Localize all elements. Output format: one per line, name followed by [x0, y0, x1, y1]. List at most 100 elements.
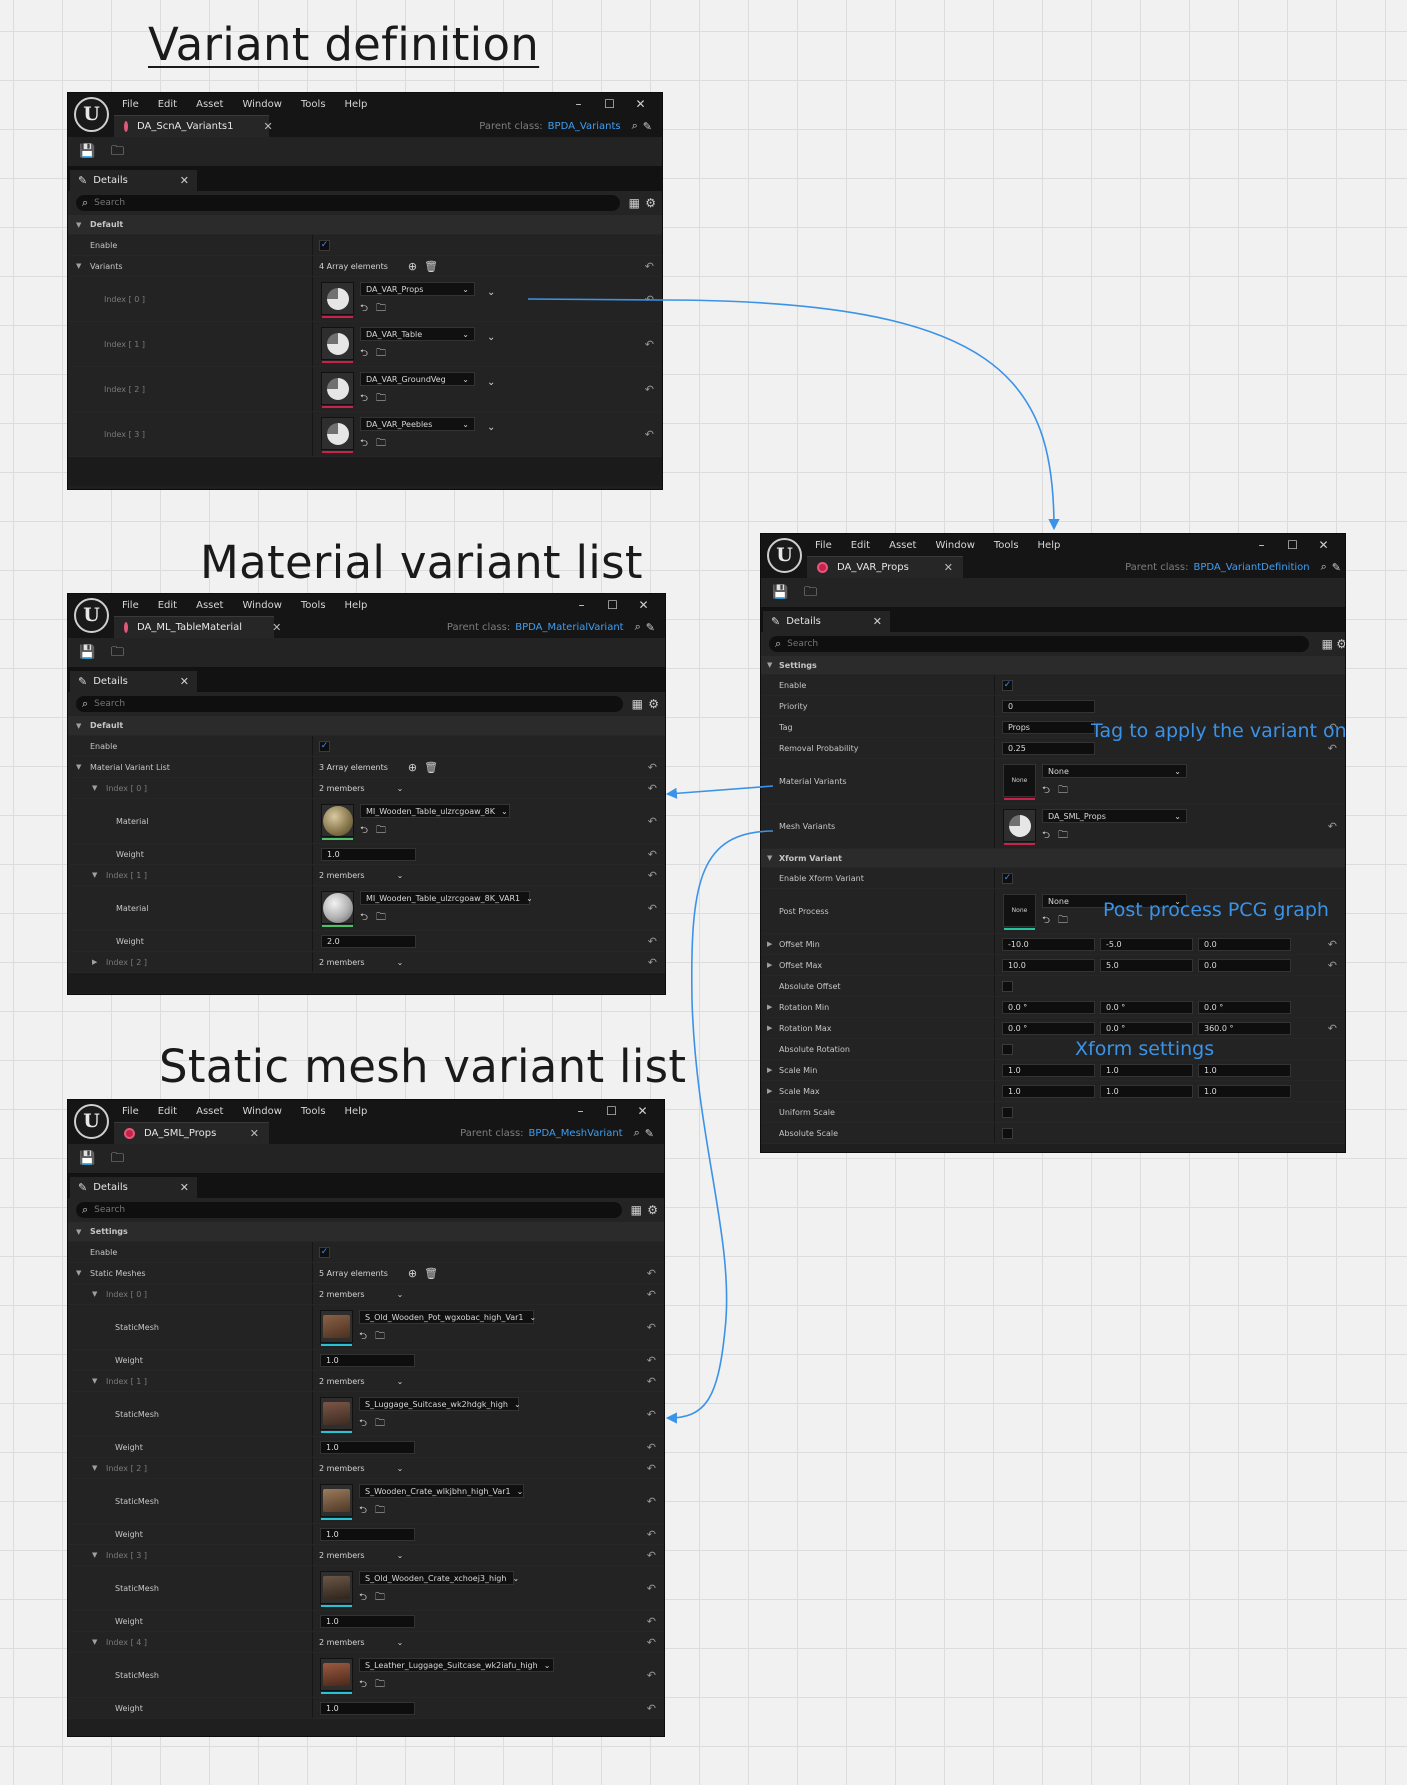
scale-min-z[interactable]: 1.0	[1198, 1063, 1291, 1077]
rotation-max-y[interactable]: 0.0 °	[1100, 1021, 1193, 1035]
reset-arrow-icon[interactable]: ↶	[1328, 1018, 1337, 1038]
maximize-button[interactable]: ☐	[596, 1104, 627, 1118]
details-tab[interactable]: ✎ Details ✕	[763, 611, 890, 632]
removal-probability-input[interactable]: 0.25	[1002, 741, 1095, 755]
reset-arrow-icon[interactable]: ↶	[647, 1305, 656, 1349]
chevron-down-icon[interactable]: ⌄	[397, 958, 404, 967]
save-icon[interactable]: 💾	[79, 144, 96, 159]
mesh-variants-picker[interactable]: DA_SML_Props ⌄	[1042, 809, 1187, 823]
menu-edit[interactable]: Edit	[158, 99, 177, 110]
menu-asset[interactable]: Asset	[196, 99, 223, 110]
enable-checkbox[interactable]: ✓	[319, 239, 330, 251]
use-selected-icon[interactable]: ⮌	[360, 823, 368, 840]
browse-icon[interactable]: 🗀	[375, 1503, 385, 1520]
trash-icon[interactable]: 🗑	[424, 1267, 438, 1280]
close-window-button[interactable]: ✕	[625, 97, 656, 111]
menu-asset[interactable]: Asset	[889, 540, 916, 551]
browse-icon[interactable]: 🗀	[109, 144, 126, 159]
unreal-logo[interactable]: U	[74, 1104, 109, 1139]
scale-max-z[interactable]: 1.0	[1198, 1084, 1291, 1098]
rotation-max-x[interactable]: 0.0 °	[1002, 1021, 1095, 1035]
table-view-icon[interactable]: ▦	[629, 196, 640, 210]
pencil-icon[interactable]: ✎	[645, 1127, 654, 1140]
close-window-button[interactable]: ✕	[627, 1104, 658, 1118]
mesh-picker[interactable]: S_Old_Wooden_Pot_wgxobac_high_Var1 ⌄	[359, 1310, 536, 1324]
reset-arrow-icon[interactable]: ↶	[648, 886, 657, 930]
browse-icon[interactable]: 🗀	[376, 301, 386, 318]
mesh-thumbnail[interactable]	[320, 1310, 353, 1346]
mesh-variants-thumbnail[interactable]	[1003, 809, 1036, 845]
menu-edit[interactable]: Edit	[158, 600, 177, 611]
use-selected-icon[interactable]: ⮌	[1042, 828, 1050, 845]
collapsed-arrow-icon[interactable]: ▶	[767, 997, 772, 1017]
use-selected-icon[interactable]: ⮌	[359, 1503, 367, 1520]
chevron-down-icon[interactable]: ⌄	[397, 1638, 404, 1647]
scale-max-y[interactable]: 1.0	[1100, 1084, 1193, 1098]
chevron-down-icon[interactable]: ⌄	[397, 784, 404, 793]
expand-arrow-icon[interactable]: ▼	[92, 778, 97, 798]
minimize-button[interactable]: –	[566, 598, 597, 612]
browse-icon[interactable]: 🗀	[1058, 828, 1068, 845]
reset-arrow-icon[interactable]: ↶	[648, 757, 657, 777]
rotation-max-z[interactable]: 360.0 °	[1198, 1021, 1291, 1035]
gear-icon[interactable]: ⚙	[648, 697, 659, 711]
close-icon[interactable]: ✕	[180, 1181, 189, 1194]
chevron-down-icon[interactable]: ⌄	[397, 1290, 404, 1299]
menu-asset[interactable]: Asset	[196, 1106, 223, 1117]
asset-tab[interactable]: DA_SML_Props ✕	[114, 1122, 269, 1144]
details-tab[interactable]: ✎ Details ✕	[70, 170, 197, 191]
offset-max-x[interactable]: 10.0	[1002, 958, 1095, 972]
search-icon[interactable]: ⌕	[632, 119, 638, 133]
category-default[interactable]: ▼ Default	[68, 716, 665, 736]
collapsed-arrow-icon[interactable]: ▶	[92, 952, 97, 972]
menu-tools[interactable]: Tools	[301, 600, 326, 611]
material-variants-thumbnail[interactable]: None	[1003, 764, 1036, 800]
reset-arrow-icon[interactable]: ↶	[647, 1632, 656, 1652]
rotation-min-x[interactable]: 0.0 °	[1002, 1000, 1095, 1014]
expand-arrow-icon[interactable]: ▼	[92, 1545, 97, 1565]
parent-class-link[interactable]: BPDA_VariantDefinition	[1193, 562, 1309, 573]
reset-arrow-icon[interactable]: ↶	[1328, 804, 1337, 848]
close-tab-icon[interactable]: ✕	[914, 561, 953, 574]
save-icon[interactable]: 💾	[79, 1151, 96, 1166]
browse-icon[interactable]: 🗀	[375, 1677, 385, 1694]
browse-icon[interactable]: 🗀	[375, 1590, 385, 1607]
minimize-button[interactable]: –	[565, 1104, 596, 1118]
asset-picker[interactable]: DA_VAR_GroundVeg ⌄	[360, 372, 475, 386]
use-selected-icon[interactable]: ⮌	[360, 910, 368, 927]
chevron-down-icon[interactable]: ⌄	[487, 422, 495, 433]
expand-arrow-icon[interactable]: ▼	[92, 865, 97, 885]
reset-arrow-icon[interactable]: ↶	[647, 1611, 656, 1631]
parent-class-link[interactable]: BPDA_Variants	[548, 121, 621, 132]
reset-arrow-icon[interactable]: ↶	[648, 931, 657, 951]
category-default[interactable]: ▼ Default	[68, 215, 662, 235]
search-icon[interactable]: ⌕	[1321, 560, 1327, 574]
save-icon[interactable]: 💾	[772, 585, 789, 600]
collapsed-arrow-icon[interactable]: ▶	[767, 1018, 772, 1038]
offset-min-x[interactable]: -10.0	[1002, 937, 1095, 951]
checkbox[interactable]	[1002, 1106, 1013, 1118]
reset-arrow-icon[interactable]: ↶	[648, 844, 657, 864]
expand-arrow-icon[interactable]: ▼	[76, 716, 81, 735]
menu-file[interactable]: File	[122, 99, 139, 110]
chevron-down-icon[interactable]: ⌄	[487, 332, 495, 343]
reset-arrow-icon[interactable]: ↶	[647, 1458, 656, 1478]
reset-arrow-icon[interactable]: ↶	[647, 1566, 656, 1610]
reset-arrow-icon[interactable]: ↶	[648, 952, 657, 972]
reset-arrow-icon[interactable]: ↶	[647, 1392, 656, 1436]
use-selected-icon[interactable]: ⮌	[359, 1677, 367, 1694]
expand-arrow-icon[interactable]: ▼	[92, 1632, 97, 1652]
parent-class-link[interactable]: BPDA_MaterialVariant	[515, 622, 623, 633]
expand-arrow-icon[interactable]: ▼	[92, 1371, 97, 1391]
search-bar[interactable]: ⌕	[769, 636, 1309, 652]
menu-edit[interactable]: Edit	[158, 1106, 177, 1117]
material-variants-picker[interactable]: None ⌄	[1042, 764, 1187, 778]
reset-arrow-icon[interactable]: ↶	[648, 865, 657, 885]
reset-arrow-icon[interactable]: ↶	[647, 1371, 656, 1391]
checkbox[interactable]	[1002, 1127, 1013, 1139]
expand-arrow-icon[interactable]: ▼	[92, 1284, 97, 1304]
browse-icon[interactable]: 🗀	[375, 1416, 385, 1433]
unreal-logo[interactable]: U	[767, 538, 802, 573]
table-view-icon[interactable]: ▦	[632, 697, 643, 711]
search-input[interactable]	[94, 1205, 295, 1215]
